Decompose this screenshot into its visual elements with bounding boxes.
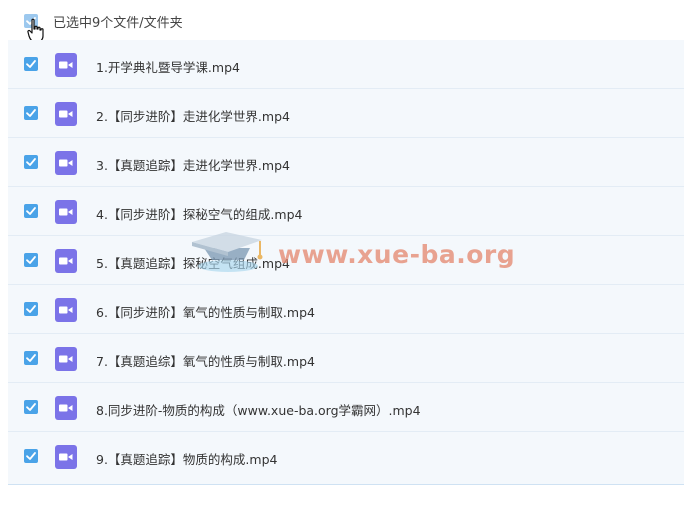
file-name[interactable]: 4.【同步进阶】探秘空气的组成.mp4 [96, 204, 302, 223]
check-icon [26, 109, 36, 117]
check-icon [26, 354, 36, 362]
video-file-icon [55, 200, 77, 224]
file-row[interactable]: 1.开学典礼暨导学课.mp4 [8, 40, 684, 89]
check-icon [26, 207, 36, 215]
video-file-icon [55, 151, 77, 175]
file-checkbox[interactable] [24, 253, 38, 267]
file-name[interactable]: 7.【真题追综】氧气的性质与制取.mp4 [96, 351, 315, 370]
selection-count-label: 已选中9个文件/文件夹 [53, 16, 183, 31]
file-name[interactable]: 5.【真题追踪】探秘空气组成.mp4 [96, 253, 290, 272]
check-icon [26, 452, 36, 460]
file-name[interactable]: 6.【同步进阶】氧气的性质与制取.mp4 [96, 302, 315, 321]
file-name[interactable]: 3.【真题追踪】走进化学世界.mp4 [96, 155, 290, 174]
file-checkbox[interactable] [24, 351, 38, 365]
file-checkbox[interactable] [24, 106, 38, 120]
file-checkbox[interactable] [24, 400, 38, 414]
file-name[interactable]: 9.【真题追踪】物质的构成.mp4 [96, 449, 277, 468]
check-icon [26, 60, 36, 68]
file-row[interactable]: 7.【真题追综】氧气的性质与制取.mp4 [8, 334, 684, 383]
check-icon [26, 158, 36, 166]
file-checkbox[interactable] [24, 155, 38, 169]
video-file-icon [55, 445, 77, 469]
check-icon [26, 403, 36, 411]
file-list: 1.开学典礼暨导学课.mp4 2.【同步进阶】走进化学世界.mp4 3.【真题追… [8, 40, 684, 485]
file-name[interactable]: 8.同步进阶-物质的构成（www.xue-ba.org学霸网）.mp4 [96, 400, 421, 419]
video-file-icon [55, 249, 77, 273]
check-icon [26, 256, 36, 264]
check-icon [26, 305, 36, 313]
selection-header: 已选中9个文件/文件夹 [0, 0, 684, 43]
list-footer [8, 485, 684, 512]
file-checkbox[interactable] [24, 204, 38, 218]
file-checkbox[interactable] [24, 302, 38, 316]
file-name[interactable]: 2.【同步进阶】走进化学世界.mp4 [96, 106, 290, 125]
file-row[interactable]: 6.【同步进阶】氧气的性质与制取.mp4 [8, 285, 684, 334]
video-file-icon [55, 102, 77, 126]
video-file-icon [55, 347, 77, 371]
video-file-icon [55, 396, 77, 420]
video-file-icon [55, 298, 77, 322]
file-checkbox[interactable] [24, 57, 38, 71]
file-row[interactable]: 9.【真题追踪】物质的构成.mp4 [8, 432, 684, 481]
file-row[interactable]: 4.【同步进阶】探秘空气的组成.mp4 [8, 187, 684, 236]
file-name[interactable]: 1.开学典礼暨导学课.mp4 [96, 57, 240, 76]
file-row[interactable]: 5.【真题追踪】探秘空气组成.mp4 [8, 236, 684, 285]
file-checkbox[interactable] [24, 449, 38, 463]
file-row[interactable]: 2.【同步进阶】走进化学世界.mp4 [8, 89, 684, 138]
file-row[interactable]: 8.同步进阶-物质的构成（www.xue-ba.org学霸网）.mp4 [8, 383, 684, 432]
video-file-icon [55, 53, 77, 77]
file-row[interactable]: 3.【真题追踪】走进化学世界.mp4 [8, 138, 684, 187]
